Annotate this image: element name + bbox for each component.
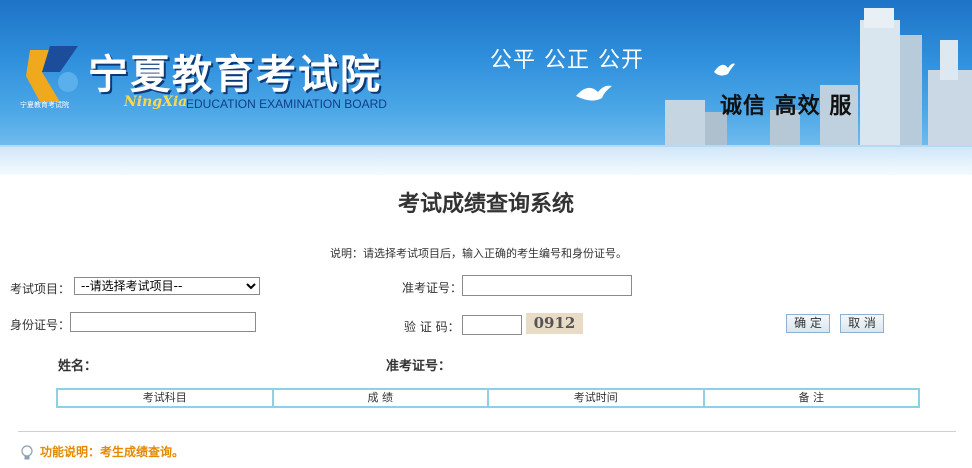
- cancel-button[interactable]: 取 消: [840, 314, 884, 333]
- column-score: 成 绩: [274, 390, 489, 406]
- id-number-input[interactable]: [70, 312, 256, 332]
- name-label: 姓名：: [58, 359, 98, 374]
- instruction-note: 说明：请选择考试项目后，输入正确的考生编号和身份证号。: [330, 247, 627, 260]
- header-subbar: [0, 145, 972, 175]
- dove-icon: [576, 85, 612, 101]
- score-table-header: 考试科目 成 绩 考试时间 备 注: [56, 388, 920, 408]
- header-banner: 宁夏教育考试院 宁夏教育考试院 NingXia EDUCATION EXAMIN…: [0, 0, 972, 145]
- captcha-input[interactable]: [462, 315, 522, 335]
- divider: [18, 431, 956, 432]
- captcha-label: 验 证 码：: [404, 320, 460, 334]
- column-exam-time: 考试时间: [489, 390, 705, 406]
- logo-caption: 宁夏教育考试院: [20, 101, 69, 109]
- brand-script: NingXia: [124, 94, 188, 110]
- captcha-image[interactable]: 0912: [526, 313, 583, 334]
- function-note: 功能说明：考生成绩查询。: [20, 443, 184, 461]
- slogan-integrity: 诚信 高效 服: [720, 94, 853, 119]
- dove-icon: [714, 63, 735, 76]
- slogan-fairness: 公平 公正 公开: [490, 48, 644, 73]
- admission-number-label: 准考证号：: [402, 281, 463, 295]
- page-title: 考试成绩查询系统: [397, 192, 574, 217]
- function-note-text: 功能说明：考生成绩查询。: [40, 445, 185, 459]
- site-title: 宁夏教育考试院: [88, 51, 382, 98]
- column-remarks: 备 注: [798, 391, 825, 404]
- confirm-button[interactable]: 确 定: [786, 314, 830, 333]
- brand-english: EDUCATION EXAMINATION BOARD: [186, 97, 387, 111]
- result-admission-label: 准考证号：: [386, 359, 452, 374]
- column-subject: 考试科目: [58, 390, 274, 406]
- logo-icon: [26, 46, 78, 102]
- exam-item-select[interactable]: --请选择考试项目--: [74, 277, 260, 295]
- lightbulb-icon: [21, 444, 33, 459]
- exam-item-label: 考试项目：: [10, 282, 71, 296]
- id-number-label: 身份证号：: [10, 318, 71, 332]
- admission-number-input[interactable]: [462, 275, 632, 296]
